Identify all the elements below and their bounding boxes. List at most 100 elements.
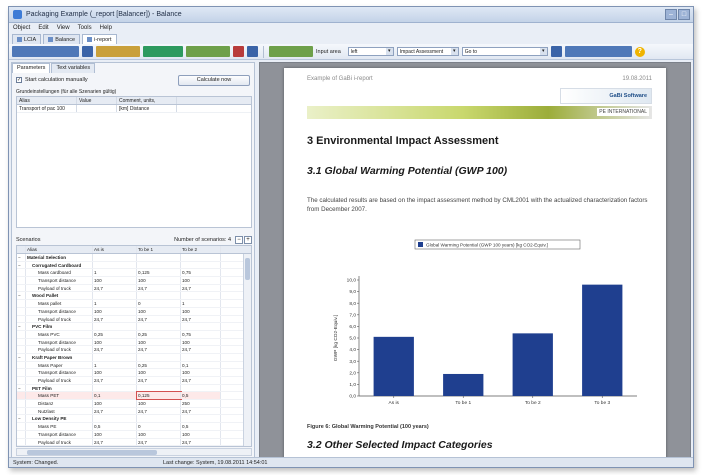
- cell-value[interactable]: 24,7: [181, 284, 221, 292]
- cell-alias[interactable]: Distanz: [26, 400, 93, 407]
- cell-value[interactable]: 0,125: [137, 269, 181, 277]
- cell-alias[interactable]: PVC Film: [26, 323, 93, 330]
- cell-value[interactable]: 100: [137, 338, 181, 346]
- scissors-icon[interactable]: [247, 46, 258, 57]
- menu-tools[interactable]: Tools: [78, 25, 92, 31]
- tab-lcia[interactable]: LCIA: [12, 34, 42, 44]
- cell-alias[interactable]: Mass Paper: [26, 361, 93, 369]
- cell-value[interactable]: 250: [181, 400, 221, 407]
- table-row[interactable]: − Corrugated Cardboard: [17, 261, 251, 270]
- cell-value[interactable]: [137, 353, 181, 361]
- print-icon[interactable]: [564, 46, 632, 57]
- cell-value[interactable]: [181, 254, 221, 261]
- cell-value[interactable]: 24,7: [181, 377, 221, 384]
- scrollbar-thumb[interactable]: [27, 450, 157, 455]
- cell-value[interactable]: [137, 261, 181, 269]
- cell-value[interactable]: 24,7: [93, 284, 137, 292]
- cell-value[interactable]: 100: [181, 369, 221, 376]
- column-header[interactable]: Comment, units,: [117, 97, 177, 104]
- cell-alias[interactable]: Transport distance: [26, 369, 93, 376]
- cell-value[interactable]: 100: [93, 369, 137, 376]
- cell-alias[interactable]: Payload of truck: [26, 438, 93, 446]
- chart-icon[interactable]: [186, 46, 230, 57]
- cell-value[interactable]: 100: [93, 277, 137, 284]
- table-row[interactable]: Payload of truck 24,7 24,7 24,7: [17, 284, 251, 293]
- cell-value[interactable]: [181, 323, 221, 330]
- column-header[interactable]: To be 1: [137, 246, 181, 253]
- cell-value[interactable]: 100: [93, 307, 137, 315]
- cell-alias[interactable]: Material Selection: [26, 254, 93, 261]
- table-row[interactable]: Distanz 100 100 250: [17, 400, 251, 408]
- cell-value[interactable]: 100: [93, 430, 137, 438]
- cell-value[interactable]: 0,1: [181, 361, 221, 369]
- table-row[interactable]: − PET Film: [17, 384, 251, 393]
- cell-value[interactable]: [137, 415, 181, 423]
- cell-alias[interactable]: Mass cardboard: [26, 269, 93, 277]
- cell-value[interactable]: 24,7: [137, 284, 181, 292]
- cell-value[interactable]: 1: [93, 300, 137, 307]
- table-row[interactable]: Mass Paper 1 0,25 0,1: [17, 361, 251, 370]
- column-header[interactable]: Value: [77, 97, 117, 104]
- cell-alias[interactable]: Kraft Paper Brown: [26, 353, 93, 361]
- cell-value[interactable]: 24,7: [137, 438, 181, 446]
- cell-alias[interactable]: Transport of pac 100: [17, 105, 77, 112]
- cell-alias[interactable]: Nutzlast: [26, 407, 93, 415]
- report-settings-icon[interactable]: [233, 46, 244, 57]
- table-row[interactable]: − Kraft Paper Brown: [17, 353, 251, 362]
- cell-value[interactable]: [93, 261, 137, 269]
- cell-value[interactable]: 24,7: [93, 407, 137, 415]
- cell-value[interactable]: [181, 353, 221, 361]
- cell-alias[interactable]: Transport distance: [26, 430, 93, 438]
- zoom-icon[interactable]: [550, 46, 562, 57]
- cell-value[interactable]: 24,7: [137, 377, 181, 384]
- collapse-icon[interactable]: −: [17, 353, 26, 361]
- cell-value[interactable]: [137, 323, 181, 330]
- cell-value[interactable]: [181, 415, 221, 423]
- cell-value[interactable]: 0,125: [136, 391, 182, 401]
- cell-value[interactable]: 24,7: [181, 438, 221, 446]
- cell-value[interactable]: 1: [93, 361, 137, 369]
- cell-value[interactable]: 24,7: [93, 346, 137, 353]
- goto-combo[interactable]: Go to ▾: [461, 47, 548, 56]
- table-row[interactable]: Transport distance 100 100 100: [17, 338, 251, 347]
- cell-value[interactable]: 100: [181, 430, 221, 438]
- collapse-icon[interactable]: −: [17, 292, 26, 300]
- column-header[interactable]: Alias: [26, 246, 93, 253]
- collapse-icon[interactable]: −: [17, 261, 26, 269]
- cell-value[interactable]: [181, 384, 221, 392]
- remove-scenario-button[interactable]: −: [235, 235, 243, 244]
- cell-value[interactable]: [93, 323, 137, 330]
- add-scenario-button[interactable]: +: [244, 235, 252, 244]
- cell-alias[interactable]: Transport distance: [26, 277, 93, 284]
- cell-value[interactable]: 24,7: [181, 315, 221, 323]
- cell-value[interactable]: 24,7: [93, 438, 137, 446]
- cell-value[interactable]: 100: [181, 338, 221, 346]
- tab-parameters[interactable]: Parameters: [12, 63, 51, 73]
- cell-alias[interactable]: Mass PET: [26, 392, 93, 400]
- cell-value[interactable]: 100: [137, 277, 181, 284]
- cell-value[interactable]: 24,7: [137, 407, 181, 415]
- cell-alias[interactable]: Wood Pallet: [26, 292, 93, 300]
- cell-comment[interactable]: [km] Distance: [117, 105, 177, 112]
- cell-value[interactable]: [137, 446, 181, 447]
- open-folder-icon[interactable]: [96, 46, 140, 57]
- cell-value[interactable]: 0,5: [181, 423, 221, 430]
- new-icon[interactable]: [12, 46, 79, 57]
- cell-value[interactable]: [93, 353, 137, 361]
- table-row[interactable]: Transport distance 100 100 100: [17, 277, 251, 285]
- input-area-combo[interactable]: left ▾: [347, 47, 394, 56]
- cell-value[interactable]: [181, 446, 221, 447]
- calculate-now-button[interactable]: Calculate now: [178, 75, 250, 86]
- cell-value[interactable]: [93, 446, 137, 447]
- export-icon[interactable]: [143, 46, 183, 57]
- table-row[interactable]: Payload of truck 24,7 24,7 24,7: [17, 315, 251, 324]
- vertical-scrollbar[interactable]: [243, 254, 251, 446]
- cell-alias[interactable]: Payload of truck: [26, 346, 93, 353]
- cell-value[interactable]: 100: [137, 400, 181, 407]
- menu-edit[interactable]: Edit: [38, 25, 48, 31]
- cell-value[interactable]: 0: [137, 423, 181, 430]
- cell-value[interactable]: 0,1: [93, 392, 137, 400]
- cell-alias[interactable]: Mass pallet: [26, 300, 93, 307]
- table-row[interactable]: Transport distance 100 100 100: [17, 430, 251, 439]
- menu-view[interactable]: View: [57, 25, 70, 31]
